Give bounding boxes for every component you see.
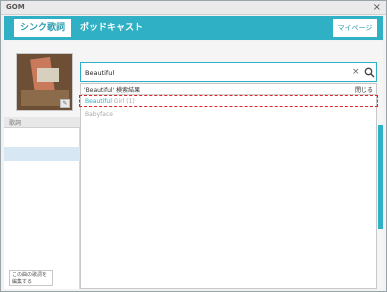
edit-album-art-icon[interactable]: ✎: [60, 99, 70, 108]
search-icon[interactable]: [364, 67, 375, 78]
result-highlight-text: Beautiful: [85, 98, 112, 105]
album-art: ✎: [16, 53, 73, 111]
search-box: ×: [80, 62, 377, 82]
close-window-icon[interactable]: ×: [373, 1, 381, 15]
mypage-button[interactable]: マイページ: [333, 19, 377, 37]
lyrics-list-header-label: 歌詞: [9, 120, 22, 127]
result-rest-text: Babyface: [85, 111, 113, 118]
app-window: GOM × シンク歌詞 ・ ポッドキャスト マイページ ✎ 歌詞 この曲の歌詞を…: [0, 0, 387, 292]
tab-sync-lyrics[interactable]: シンク歌詞: [14, 19, 72, 37]
lyrics-list-panel: 歌詞 この曲の歌詞を編集する: [4, 117, 80, 289]
search-result-item[interactable]: Babyface: [85, 111, 113, 118]
lyrics-list-row-selected[interactable]: [4, 147, 80, 161]
search-input[interactable]: [85, 66, 345, 79]
search-results-dropdown: 'Beautiful' 検索結果 閉じる Beautiful Girl (1) …: [79, 83, 378, 289]
search-result-item[interactable]: Beautiful Girl (1): [85, 98, 135, 105]
result-rest-text: Girl (1): [111, 98, 135, 105]
lyrics-list-header: 歌詞: [4, 117, 80, 128]
edit-lyrics-button[interactable]: この曲の歌詞を編集する: [9, 270, 53, 286]
main-content: ✎ 歌詞 この曲の歌詞を編集する × 'Beautiful' 検索結果 閉じる: [4, 41, 383, 289]
scrollbar[interactable]: [378, 125, 383, 229]
clear-search-icon[interactable]: ×: [352, 66, 360, 78]
album-art-sign: [37, 68, 59, 82]
header-bar: シンク歌詞 ・ ポッドキャスト マイページ: [4, 16, 383, 40]
title-bar: GOM ×: [1, 1, 386, 15]
search-results-title: 'Beautiful' 検索結果: [84, 87, 141, 94]
close-results-button[interactable]: 閉じる: [355, 85, 373, 94]
tab-separator: ・: [65, 25, 75, 35]
tab-podcast[interactable]: ポッドキャスト: [80, 19, 143, 37]
search-results-header: 'Beautiful' 検索結果 閉じる: [81, 84, 376, 95]
window-title: GOM: [6, 3, 25, 11]
